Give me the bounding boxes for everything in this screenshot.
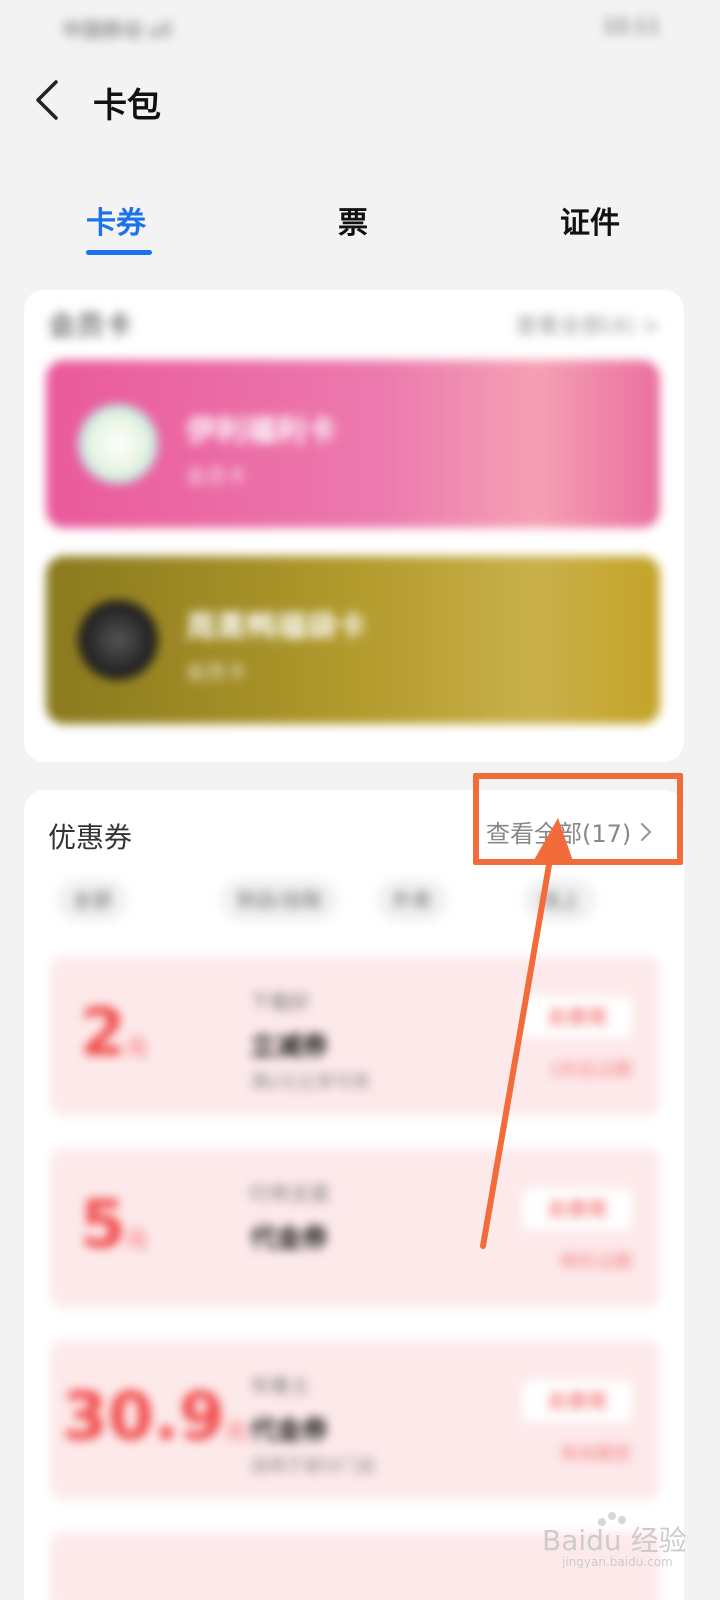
coupon-desc: 适用于部分门店 bbox=[250, 1456, 376, 1477]
carrier-text: 中国移动 ull bbox=[62, 18, 173, 42]
tab-certificates[interactable]: 证件 bbox=[560, 198, 620, 242]
coupon-name: 立减券 bbox=[250, 1032, 329, 1062]
svg-text:jingyan.baidu.com: jingyan.baidu.com bbox=[561, 1555, 673, 1568]
filter-chip[interactable]: 全部 bbox=[56, 878, 128, 922]
coupon-item[interactable]: 2元 下载好 立减券 满2元立享可用 去使用 3天后过期 bbox=[50, 956, 660, 1116]
tab-active-indicator bbox=[86, 250, 152, 255]
tab-tickets[interactable]: 票 bbox=[338, 198, 368, 242]
card-name: 伊利福利卡 bbox=[186, 414, 336, 449]
highlight-box bbox=[473, 773, 683, 865]
filter-chip[interactable]: 到店/自取 bbox=[220, 878, 339, 922]
use-coupon-button[interactable]: 去使用 bbox=[522, 1380, 632, 1422]
filter-chip[interactable]: 外卖 bbox=[376, 878, 448, 922]
coupon-expire: 有效期至 bbox=[560, 1444, 632, 1465]
tab-coupons[interactable]: 卡券 bbox=[86, 198, 146, 242]
coupon-amount: 5元 bbox=[80, 1186, 148, 1263]
coupon-expire: 3天后过期 bbox=[548, 1060, 632, 1081]
coupon-section: 优惠券 查看全部(17) 全部 到店/自取 外卖 线上 2元 下载好 立减券 满… bbox=[24, 790, 684, 1600]
member-card[interactable]: 伊利福利卡 会员卡 bbox=[46, 360, 660, 528]
card-subtitle: 会员卡 bbox=[186, 660, 246, 684]
back-arrow-icon[interactable] bbox=[30, 78, 70, 122]
tab-bar: 卡券 票 证件 bbox=[0, 190, 720, 270]
coupon-desc: 满2元立享可用 bbox=[250, 1072, 370, 1093]
card-name: 周黑鸭福袋卡 bbox=[186, 610, 366, 645]
card-subtitle: 会员卡 bbox=[186, 464, 246, 488]
filter-chip[interactable]: 线上 bbox=[524, 878, 596, 922]
status-bar: 中国移动 ull 10:11 bbox=[0, 0, 720, 50]
baidu-watermark-icon: Baidu 经验 jingyan.baidu.com bbox=[542, 1512, 687, 1568]
clock-text: 10:11 bbox=[602, 14, 660, 38]
app-header: 卡包 bbox=[0, 60, 720, 140]
page-title: 卡包 bbox=[93, 86, 161, 126]
brand-logo-icon bbox=[78, 600, 158, 680]
coupon-merchant: 下载好 bbox=[250, 990, 310, 1014]
coupon-name: 代金券 bbox=[250, 1224, 329, 1254]
coupon-item[interactable]: 30.9元 华莱士 代金券 适用于部分门店 去使用 有效期至 bbox=[50, 1340, 660, 1500]
coupon-amount: 30.9元 bbox=[62, 1378, 247, 1455]
coupon-filter-bar: 全部 到店/自取 外卖 线上 bbox=[24, 870, 684, 930]
svg-text:Baidu 经验: Baidu 经验 bbox=[542, 1524, 687, 1557]
coupon-amount: 2元 bbox=[80, 994, 148, 1071]
coupon-expire: 明天过期 bbox=[560, 1252, 632, 1273]
member-section-title: 会员卡 bbox=[48, 309, 133, 342]
coupon-name: 代金券 bbox=[250, 1416, 329, 1446]
coupon-merchant: 华莱士 bbox=[250, 1374, 310, 1398]
coupon-item[interactable]: 5元 叮咚买菜 代金券 去使用 明天过期 bbox=[50, 1148, 660, 1308]
coupon-merchant: 叮咚买菜 bbox=[250, 1182, 330, 1206]
use-coupon-button[interactable]: 去使用 bbox=[522, 1188, 632, 1230]
use-coupon-button[interactable]: 去使用 bbox=[522, 996, 632, 1038]
member-view-all-link[interactable]: 查看全部(4) > bbox=[515, 308, 660, 340]
brand-logo-icon bbox=[78, 404, 158, 484]
member-card[interactable]: 周黑鸭福袋卡 会员卡 bbox=[46, 556, 660, 724]
member-card-section: 会员卡 查看全部(4) > 伊利福利卡 会员卡 周黑鸭福袋卡 会员卡 bbox=[24, 290, 684, 762]
